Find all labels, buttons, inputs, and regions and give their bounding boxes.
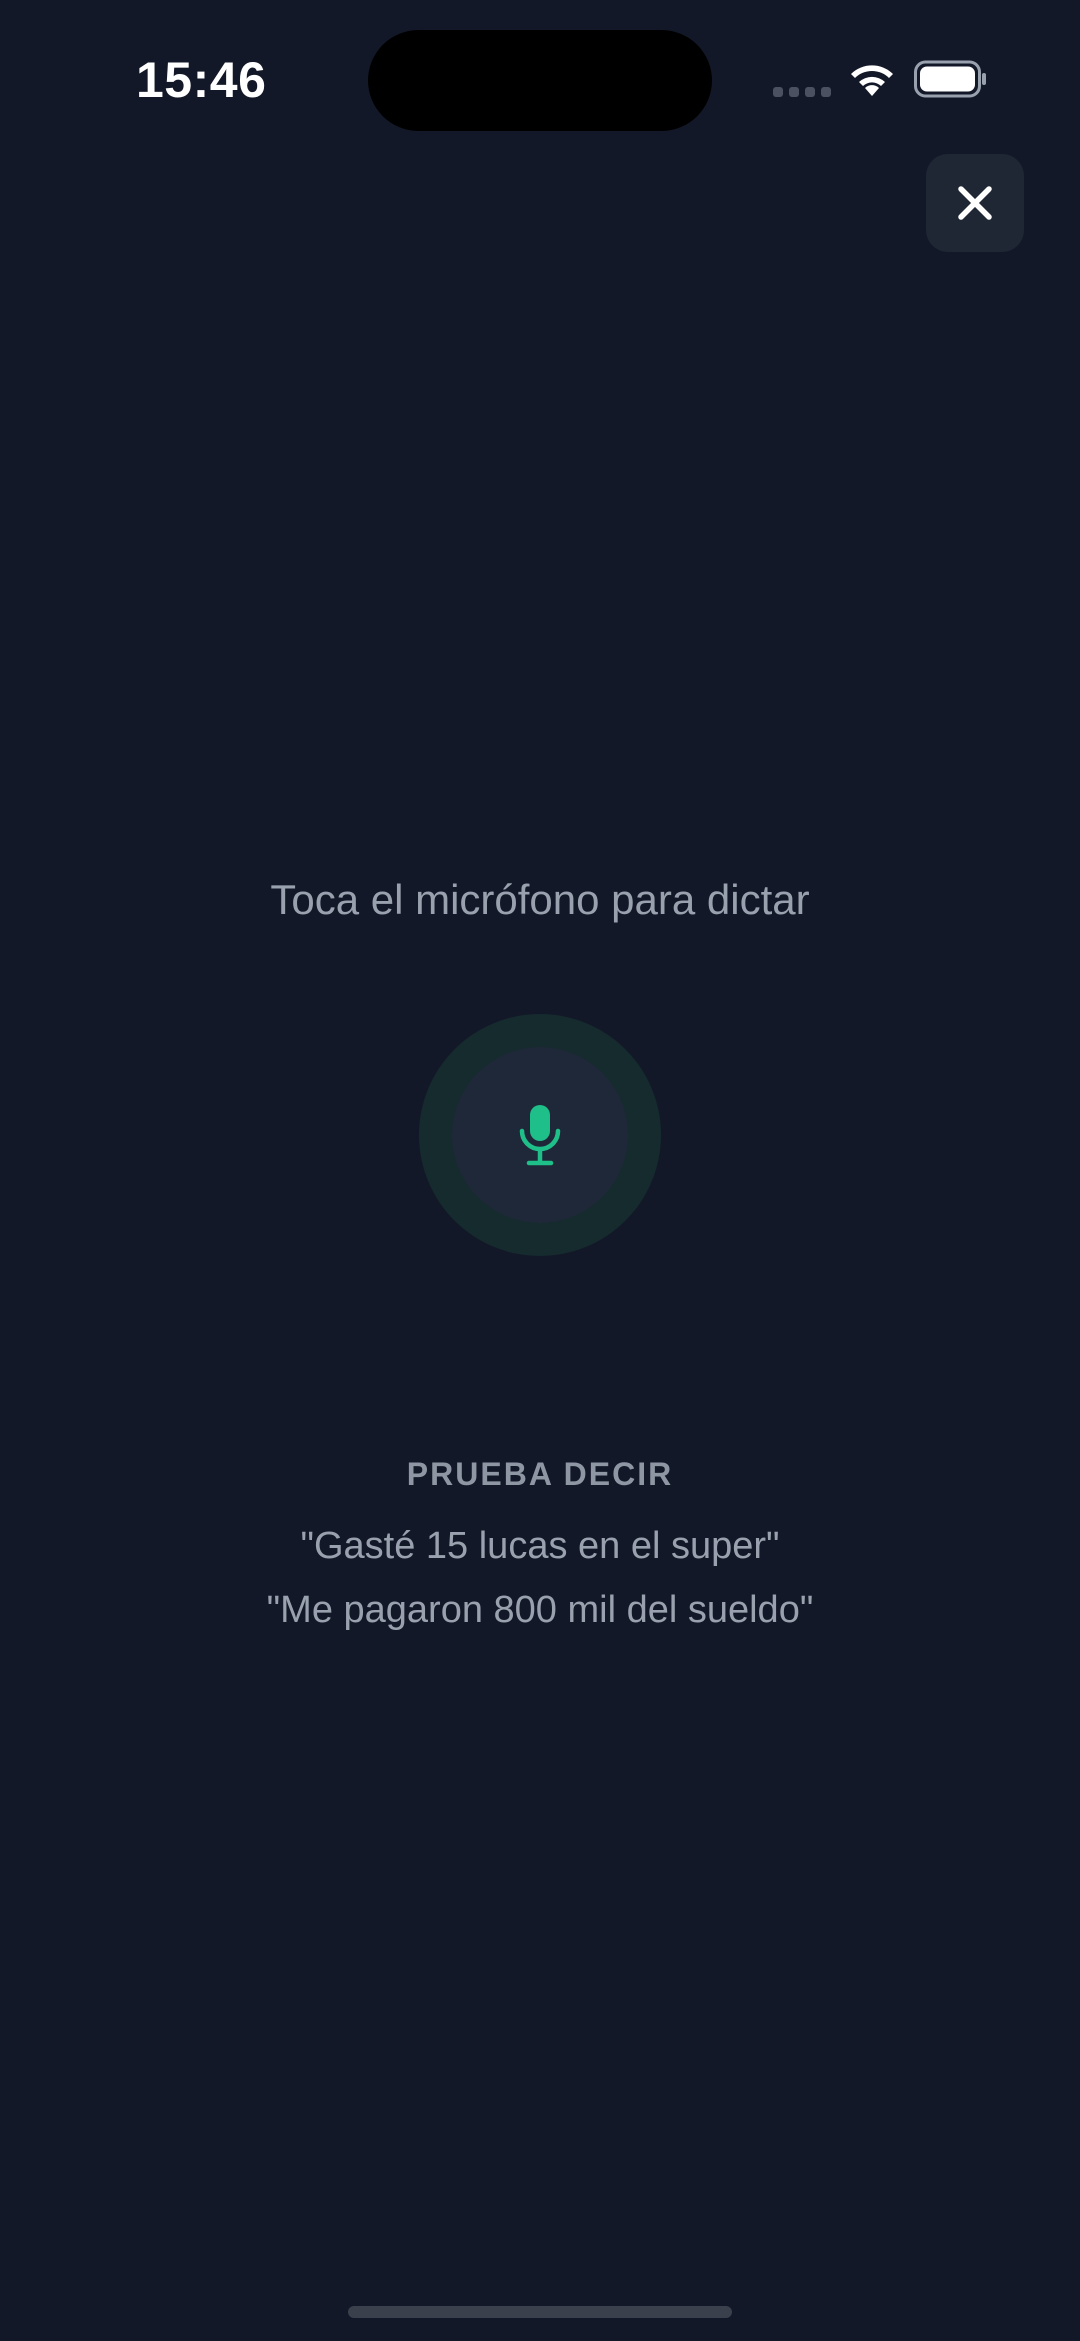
status-time: 15:46 <box>136 52 267 108</box>
microphone-button[interactable] <box>419 1014 661 1256</box>
close-icon <box>958 186 992 220</box>
dictation-instruction: Toca el micrófono para dictar <box>270 876 810 923</box>
home-indicator[interactable] <box>348 2306 732 2318</box>
cellular-signal-icon <box>773 87 831 97</box>
suggestion-example: "Me pagaron 800 mil del sueldo" <box>266 1589 814 1631</box>
wifi-icon <box>851 65 893 96</box>
suggestions-label: PRUEBA DECIR <box>406 1456 674 1492</box>
suggestion-example: "Gasté 15 lucas en el super" <box>300 1525 780 1567</box>
dynamic-island <box>368 30 712 131</box>
voice-dictation-screen: 15:46 Toca el micrófono para dictar PRUE… <box>0 0 1080 2341</box>
microphone-button-inner <box>452 1047 628 1223</box>
close-button[interactable] <box>926 154 1024 252</box>
microphone-icon <box>519 1105 561 1166</box>
battery-icon <box>914 60 986 98</box>
